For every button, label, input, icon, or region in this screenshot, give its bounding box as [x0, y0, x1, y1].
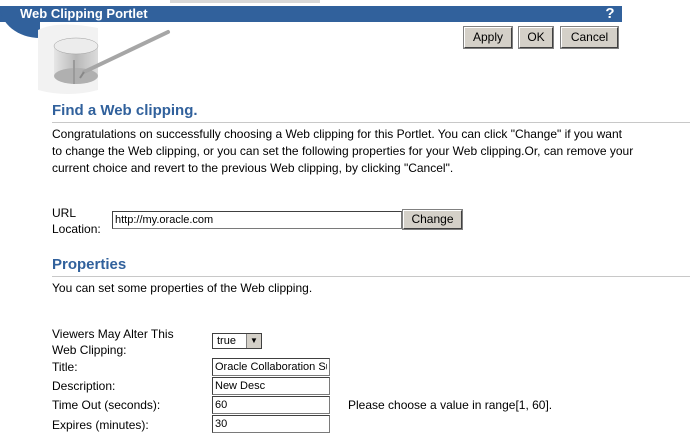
properties-section-divider [52, 276, 690, 277]
title-input[interactable] [212, 358, 330, 376]
find-description-line: Congratulations on successfully choosing… [52, 127, 622, 141]
help-icon[interactable]: ? [602, 6, 618, 22]
find-description-line: current choice and revert to the previou… [52, 161, 454, 175]
title-bar-top-line [170, 0, 320, 3]
find-section-divider [52, 122, 690, 123]
viewers-label-line: Viewers May Alter This [52, 327, 174, 341]
properties-description: You can set some properties of the Web c… [52, 281, 313, 295]
expires-input[interactable] [212, 415, 330, 433]
viewers-may-alter-label: Viewers May Alter This Web Clipping: [52, 327, 174, 357]
chevron-down-icon[interactable]: ▼ [246, 334, 261, 348]
clipping-logo-icon [38, 24, 170, 95]
properties-section-title: Properties [52, 256, 127, 273]
cancel-button[interactable]: Cancel [560, 26, 619, 49]
url-label-line: Location: [52, 222, 101, 236]
url-label-line: URL [52, 206, 77, 220]
timeout-hint: Please choose a value in range[1, 60]. [348, 398, 553, 412]
title-label: Title: [52, 360, 78, 374]
url-location-input[interactable] [112, 211, 402, 229]
viewers-label-line: Web Clipping: [52, 343, 127, 357]
viewers-may-alter-select[interactable]: true ▼ [212, 333, 262, 349]
description-label: Description: [52, 379, 116, 393]
change-button[interactable]: Change [402, 209, 463, 230]
find-description-line: to change the Web clipping, or you can s… [52, 144, 634, 158]
apply-button[interactable]: Apply [463, 26, 513, 49]
timeout-label: Time Out (seconds): [52, 398, 161, 412]
find-section-description: Congratulations on successfully choosing… [52, 126, 692, 177]
expires-label: Expires (minutes): [52, 418, 149, 432]
description-input[interactable] [212, 377, 330, 395]
url-location-label: URL Location: [52, 206, 101, 236]
timeout-input[interactable] [212, 396, 330, 414]
ok-button[interactable]: OK [518, 26, 554, 49]
find-section-title: Find a Web clipping. [52, 102, 198, 119]
viewers-select-value: true [217, 335, 236, 347]
